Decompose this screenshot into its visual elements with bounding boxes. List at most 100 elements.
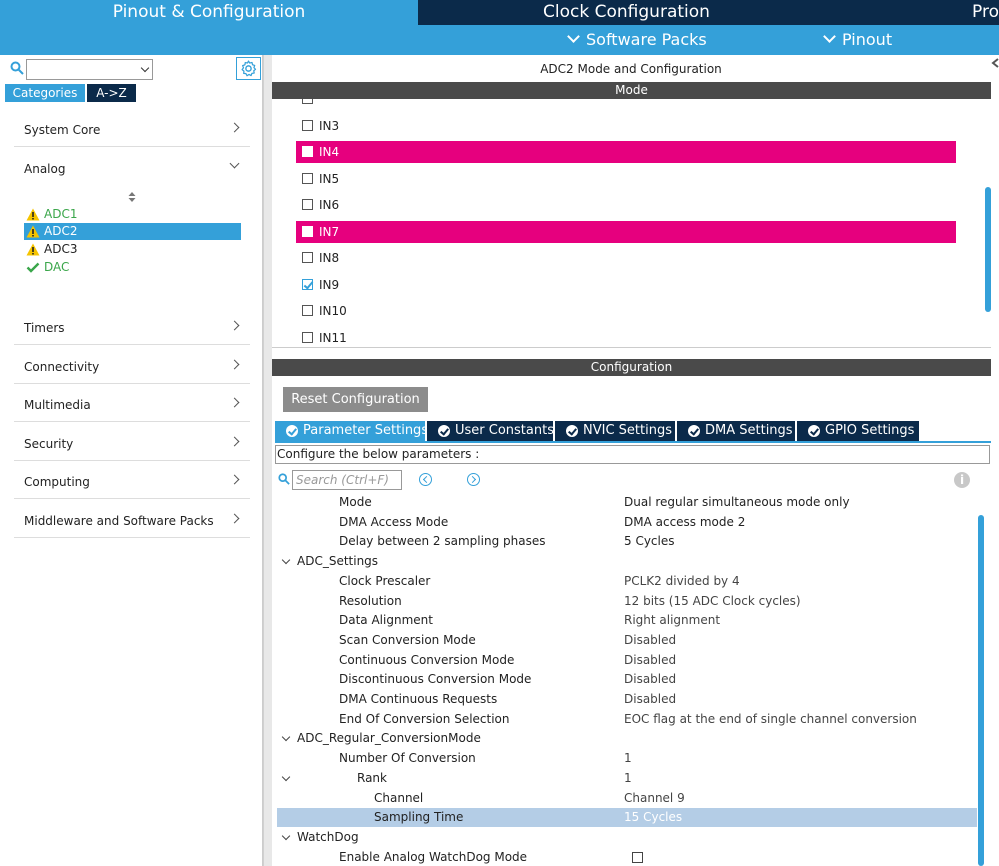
param-row[interactable]: DMA Access Mode DMA access mode 2 bbox=[277, 513, 977, 532]
mode-scrollbar[interactable] bbox=[985, 187, 991, 312]
param-group-row[interactable]: ADC_Regular_ConversionMode bbox=[277, 729, 977, 748]
category-middleware[interactable]: Middleware and Software Packs bbox=[14, 502, 250, 538]
search-previous-button[interactable] bbox=[419, 473, 432, 486]
tab-parameter-settings[interactable]: Parameter Settings bbox=[275, 421, 428, 441]
panel-splitter[interactable] bbox=[263, 55, 272, 866]
parameters-scrollbar[interactable] bbox=[978, 515, 984, 866]
expand-caret-icon[interactable] bbox=[281, 733, 291, 742]
channel-row-in11[interactable]: IN11 bbox=[296, 327, 956, 347]
category-computing[interactable]: Computing bbox=[14, 463, 250, 499]
search-combo-box[interactable] bbox=[26, 59, 153, 80]
software-packs-menu[interactable]: Software Packs bbox=[567, 30, 707, 50]
param-row[interactable]: Number Of Conversion 1 bbox=[277, 749, 977, 768]
collapse-arrow-icon[interactable] bbox=[991, 57, 999, 75]
tab-nvic-settings[interactable]: NVIC Settings bbox=[555, 421, 675, 441]
search-next-button[interactable] bbox=[467, 473, 480, 486]
param-value[interactable]: Disabled bbox=[624, 651, 676, 670]
param-row[interactable]: DMA Continuous Requests Disabled bbox=[277, 690, 977, 709]
peripheral-adc3[interactable]: ADC3 bbox=[24, 241, 241, 258]
channel-row-in9[interactable]: IN9 bbox=[296, 274, 956, 296]
info-icon[interactable]: i bbox=[954, 472, 970, 488]
category-system-core[interactable]: System Core bbox=[14, 111, 250, 147]
category-multimedia[interactable]: Multimedia bbox=[14, 386, 250, 422]
checkbox[interactable] bbox=[302, 226, 313, 237]
param-key: End Of Conversion Selection bbox=[339, 711, 510, 726]
sort-icon[interactable] bbox=[127, 191, 137, 203]
param-value[interactable]: 1 bbox=[624, 749, 632, 768]
param-value[interactable]: Disabled bbox=[624, 690, 676, 709]
param-row[interactable]: Enable Analog WatchDog Mode bbox=[277, 848, 977, 866]
category-connectivity[interactable]: Connectivity bbox=[14, 348, 250, 384]
channel-row-in7[interactable]: IN7 bbox=[296, 221, 956, 243]
tab-gpio-settings[interactable]: GPIO Settings bbox=[797, 421, 919, 441]
peripheral-label: ADC3 bbox=[44, 242, 78, 256]
category-security[interactable]: Security bbox=[14, 425, 250, 461]
param-key: Delay between 2 sampling phases bbox=[339, 534, 546, 549]
param-value[interactable]: 12 bits (15 ADC Clock cycles) bbox=[624, 592, 801, 611]
param-row[interactable]: Mode Dual regular simultaneous mode only bbox=[277, 493, 977, 512]
checkbox[interactable] bbox=[302, 173, 313, 184]
expand-caret-icon[interactable] bbox=[281, 831, 291, 841]
param-value[interactable]: PCLK2 divided by 4 bbox=[624, 572, 740, 591]
expand-caret-icon[interactable] bbox=[281, 772, 291, 782]
channel-row-in6[interactable]: IN6 bbox=[296, 194, 956, 216]
tab-user-constants[interactable]: User Constants bbox=[427, 421, 554, 441]
tab-clock-configuration[interactable]: Clock Configuration bbox=[420, 0, 833, 25]
param-value[interactable]: Right alignment bbox=[624, 611, 720, 630]
param-value[interactable]: 15 Cycles bbox=[624, 808, 682, 827]
category-timers[interactable]: Timers bbox=[14, 309, 250, 345]
peripheral-adc2[interactable]: ADC2 bbox=[24, 223, 241, 240]
param-row-selected[interactable]: Sampling Time 15 Cycles bbox=[277, 808, 977, 828]
tab-project-manager[interactable]: Pro bbox=[835, 0, 999, 25]
channel-row-in8[interactable]: IN8 bbox=[296, 247, 956, 269]
param-row[interactable]: End Of Conversion Selection EOC flag at … bbox=[277, 710, 977, 729]
expand-caret-icon[interactable] bbox=[281, 555, 291, 565]
param-row[interactable]: Data Alignment Right alignment bbox=[277, 611, 977, 630]
param-value[interactable]: Channel 9 bbox=[624, 789, 685, 808]
peripheral-adc1[interactable]: ADC1 bbox=[24, 206, 241, 223]
param-value[interactable]: Dual regular simultaneous mode only bbox=[624, 493, 850, 512]
checkbox[interactable] bbox=[302, 146, 313, 157]
param-row[interactable]: Continuous Conversion Mode Disabled bbox=[277, 651, 977, 670]
param-value[interactable]: EOC flag at the end of single channel co… bbox=[624, 710, 917, 729]
settings-button[interactable] bbox=[236, 57, 261, 80]
chevron-down-icon[interactable] bbox=[140, 63, 150, 73]
channel-row-in3[interactable]: IN3 bbox=[296, 115, 956, 137]
param-row[interactable]: Discontinuous Conversion Mode Disabled bbox=[277, 670, 977, 689]
pinout-menu[interactable]: Pinout bbox=[823, 30, 892, 50]
param-row[interactable]: Scan Conversion Mode Disabled bbox=[277, 631, 977, 650]
checkbox[interactable] bbox=[302, 120, 313, 131]
param-value[interactable]: 1 bbox=[624, 769, 632, 788]
checkbox-checked[interactable] bbox=[302, 279, 313, 290]
watchdog-checkbox[interactable] bbox=[632, 851, 643, 863]
reset-configuration-button[interactable]: Reset Configuration bbox=[283, 387, 428, 412]
checkbox[interactable] bbox=[302, 199, 313, 210]
checkbox[interactable] bbox=[302, 252, 313, 263]
checkbox[interactable] bbox=[302, 332, 313, 343]
tab-dma-settings[interactable]: DMA Settings bbox=[677, 421, 795, 441]
category-analog[interactable]: Analog bbox=[14, 150, 250, 186]
channel-row-in4[interactable]: IN4 bbox=[296, 141, 956, 163]
param-group-row[interactable]: ADC_Settings bbox=[277, 552, 977, 571]
checkbox[interactable] bbox=[302, 99, 313, 104]
param-row[interactable]: Resolution 12 bits (15 ADC Clock cycles) bbox=[277, 592, 977, 611]
peripheral-dac[interactable]: DAC bbox=[24, 259, 241, 276]
param-group-row[interactable]: WatchDog bbox=[277, 828, 977, 847]
channel-row-in5[interactable]: IN5 bbox=[296, 168, 956, 190]
tab-categories[interactable]: Categories bbox=[5, 84, 85, 102]
param-group-row[interactable]: Rank 1 bbox=[277, 769, 977, 788]
param-value[interactable]: Disabled bbox=[624, 631, 676, 650]
search-input[interactable]: Search (Ctrl+F) bbox=[292, 470, 402, 490]
param-value[interactable]: Disabled bbox=[624, 670, 676, 689]
param-group-label: WatchDog bbox=[297, 829, 359, 844]
param-value[interactable]: 5 Cycles bbox=[624, 532, 675, 551]
checkbox[interactable] bbox=[302, 305, 313, 316]
param-value[interactable]: DMA access mode 2 bbox=[624, 513, 745, 532]
param-row[interactable]: Delay between 2 sampling phases 5 Cycles bbox=[277, 532, 977, 551]
param-row[interactable]: Channel Channel 9 bbox=[277, 789, 977, 808]
param-row[interactable]: Clock Prescaler PCLK2 divided by 4 bbox=[277, 572, 977, 591]
channel-label: IN7 bbox=[319, 225, 340, 239]
tab-a-to-z[interactable]: A->Z bbox=[87, 84, 136, 102]
channel-row-in10[interactable]: IN10 bbox=[296, 300, 956, 322]
tab-pinout-configuration[interactable]: Pinout & Configuration bbox=[0, 0, 418, 25]
